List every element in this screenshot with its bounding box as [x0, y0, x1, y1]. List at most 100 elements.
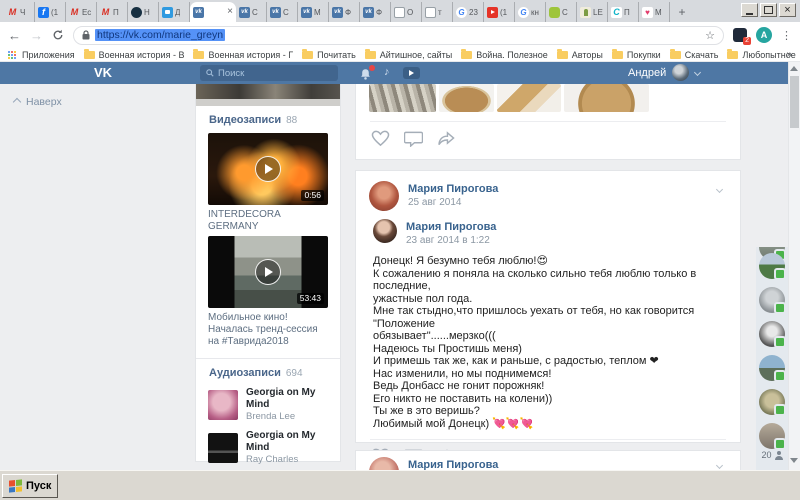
post-photo[interactable] [439, 84, 494, 112]
share-icon[interactable] [437, 130, 456, 147]
bookmarks-overflow-icon[interactable]: » [786, 49, 792, 60]
post-date[interactable]: 25 авг 2014 [408, 197, 498, 208]
bookmark-folder-icon [302, 51, 313, 59]
reload-icon[interactable] [52, 29, 64, 41]
close-button[interactable] [779, 3, 796, 17]
friend-avatar[interactable] [759, 389, 785, 415]
post-author-name[interactable]: Мария Пирогова [408, 183, 498, 196]
audio-item[interactable]: Georgia on My Mind Ray Charles [196, 426, 340, 469]
vk-logo[interactable]: VK [94, 65, 112, 80]
scroll-up-icon[interactable] [790, 66, 798, 71]
browser-tab[interactable]: (1 [35, 2, 66, 22]
tab-favicon [131, 7, 142, 18]
video-thumbnail[interactable]: 0:56 [208, 133, 328, 205]
repost-author-avatar[interactable] [373, 219, 397, 243]
post-photo[interactable] [497, 84, 561, 112]
bookmark-item[interactable]: Покупки [612, 50, 661, 60]
back-icon[interactable]: ← [8, 29, 21, 42]
new-tab-button[interactable]: + [670, 2, 694, 22]
browser-tab[interactable]: С [546, 2, 577, 22]
tab-title: 23 [469, 8, 478, 17]
browser-tab[interactable]: П [608, 2, 639, 22]
post-menu-icon[interactable] [716, 186, 723, 193]
bookmark-star-icon[interactable]: ☆ [705, 29, 715, 42]
browser-tab[interactable]: 23 [453, 2, 484, 22]
post-photo[interactable] [564, 84, 649, 112]
friend-avatar[interactable] [759, 253, 785, 279]
bookmark-item[interactable]: Айтишное, сайты [365, 50, 453, 60]
video-title[interactable]: INTERDECORA GERMANY [208, 209, 328, 233]
vk-search-input[interactable]: Поиск [200, 65, 338, 81]
video-thumbnail[interactable]: 53:43 [208, 236, 328, 308]
restore-button[interactable] [760, 3, 777, 17]
tab-favicon [270, 7, 281, 18]
back-to-top-link[interactable]: Наверх [14, 96, 62, 108]
scroll-down-icon[interactable] [790, 458, 798, 463]
bookmark-item[interactable]: Почитать [302, 50, 356, 60]
browser-tab[interactable] [190, 2, 236, 22]
browser-tab[interactable]: П [97, 2, 128, 22]
browser-tab[interactable]: Д [159, 2, 190, 22]
friend-avatar[interactable] [759, 355, 785, 381]
ad-banner[interactable] [196, 84, 340, 99]
bookmark-label: Военная история - В [99, 50, 185, 60]
post-author-avatar[interactable] [369, 181, 399, 211]
bookmark-item[interactable]: Военная история - Г [193, 50, 293, 60]
tab-favicon [193, 7, 204, 18]
post-text-line: обязывает"......мерзко((( [373, 330, 723, 343]
extension-icon[interactable]: 2 [733, 28, 747, 42]
address-bar[interactable]: https://vk.com/marie_greyn ☆ [73, 26, 724, 45]
bookmark-folder-icon [8, 51, 10, 53]
bookmark-item[interactable]: Война. Полезное [461, 50, 547, 60]
browser-tab[interactable]: Ч [4, 2, 35, 22]
forward-icon[interactable]: → [30, 29, 43, 42]
browser-profile-avatar[interactable]: A [756, 27, 772, 43]
browser-menu-icon[interactable]: ⋮ [781, 29, 792, 42]
bookmark-item[interactable]: Скачать [670, 50, 719, 60]
browser-tab[interactable]: С [236, 2, 267, 22]
friend-avatar[interactable] [759, 287, 785, 313]
post-text-line: Донецк! Я безумно тебя люблю!😍 [373, 255, 723, 268]
tab-favicon [611, 7, 622, 18]
browser-tab[interactable]: (1 [484, 2, 515, 22]
browser-tab[interactable]: М [298, 2, 329, 22]
tab-favicon [38, 7, 49, 18]
bookmark-item[interactable]: Авторы [557, 50, 603, 60]
browser-tab[interactable]: кн [515, 2, 546, 22]
friend-avatar[interactable] [759, 423, 785, 449]
scrollbar-thumb[interactable] [790, 76, 799, 128]
browser-tab[interactable]: О [391, 2, 422, 22]
browser-tab[interactable]: Н [128, 2, 159, 22]
browser-tab[interactable]: М [639, 2, 670, 22]
repost-author-name[interactable]: Мария Пирогова [406, 221, 496, 234]
videos-section-header[interactable]: Видеозаписи88 [196, 106, 340, 130]
audio-item[interactable]: Georgia on My Mind Brenda Lee [196, 383, 340, 426]
browser-tab[interactable]: Ф [329, 2, 360, 22]
profile-sidebar-card: Видеозаписи88 0:56 INTERDECORA GERMANY 5… [195, 84, 341, 462]
browser-tab[interactable]: Ф [360, 2, 391, 22]
tab-favicon [518, 7, 529, 18]
repost-date[interactable]: 23 авг 2014 в 1:22 [406, 235, 496, 246]
bookmark-item[interactable]: Приложения [8, 50, 75, 60]
browser-tab[interactable]: Ес [66, 2, 97, 22]
friend-avatar[interactable] [759, 321, 785, 347]
tab-favicon [487, 7, 498, 18]
minimize-button[interactable] [741, 3, 758, 17]
like-icon[interactable] [371, 130, 390, 147]
bookmark-item[interactable]: Военная история - В [84, 50, 185, 60]
browser-tab[interactable]: С [267, 2, 298, 22]
video-title[interactable]: Мобильное кино! Началась тренд-сессия на… [208, 312, 328, 348]
start-button[interactable]: Пуск [2, 474, 58, 498]
friends-online-count[interactable]: 20 [756, 450, 788, 460]
audios-section-header[interactable]: Аудиозаписи694 [196, 359, 340, 383]
comment-icon[interactable] [404, 130, 423, 147]
browser-tab[interactable]: LE [577, 2, 608, 22]
music-icon[interactable]: ♪ [384, 66, 390, 78]
browser-tab[interactable]: т [422, 2, 453, 22]
post-photo[interactable] [369, 84, 436, 112]
vk-user-menu[interactable]: Андрей [628, 64, 700, 81]
tab-close-icon[interactable] [227, 7, 233, 17]
video-icon[interactable] [403, 67, 420, 79]
notifications-bell-icon[interactable] [360, 67, 372, 80]
post-menu-icon[interactable] [716, 462, 723, 469]
